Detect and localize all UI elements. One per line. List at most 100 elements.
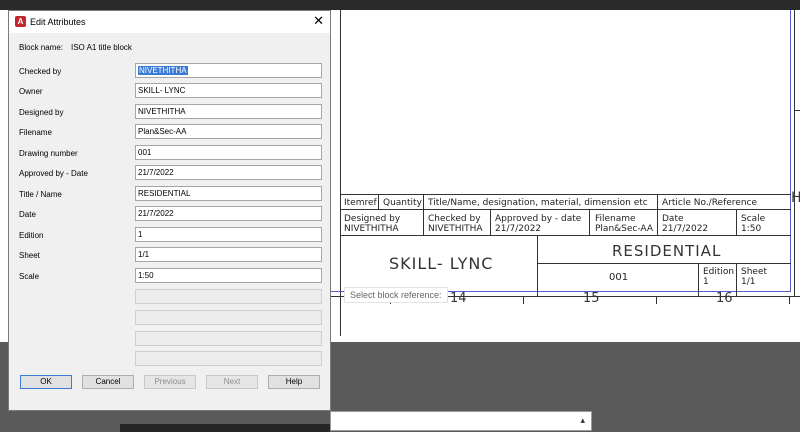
status-strip (120, 424, 330, 432)
attribute-row: Edition 1 (9, 227, 330, 243)
attribute-label: Approved by - Date (19, 169, 88, 178)
tb-line (657, 194, 658, 236)
tb-title: RESIDENTIAL (612, 242, 722, 260)
edition-field[interactable]: 1 (135, 227, 322, 242)
tb-line (378, 194, 379, 209)
date-field[interactable]: 21/7/2022 (135, 206, 322, 221)
title-name-field[interactable]: RESIDENTIAL (135, 186, 322, 201)
attribute-label: Scale (19, 272, 40, 281)
block-name-label: Block name: (19, 43, 64, 52)
attribute-label: Drawing number (19, 149, 78, 158)
frame-line (790, 10, 791, 291)
ruler-15: 15 (583, 291, 600, 306)
next-button[interactable]: Next (206, 375, 258, 389)
tb-sheet-label: Sheet (741, 267, 768, 277)
tb-approved-label: Approved by - date (495, 214, 582, 224)
attribute-row (9, 351, 330, 367)
dialog-title: Edit Attributes (30, 17, 86, 27)
ruler-14: 14 (450, 291, 467, 306)
edge-letter: H (791, 190, 800, 206)
attribute-label: Designed by (19, 108, 64, 117)
attribute-row (9, 331, 330, 347)
attribute-row (9, 310, 330, 326)
attribute-row: Scale 1:50 (9, 268, 330, 284)
checked-by-field[interactable]: NIVETHITHA (135, 63, 322, 78)
close-icon[interactable]: ✕ (313, 14, 324, 28)
help-button[interactable]: Help (268, 375, 320, 389)
tb-drawing-number: 001 (609, 272, 629, 283)
scale-field[interactable]: 1:50 (135, 268, 322, 283)
tb-line (736, 263, 737, 296)
tb-checked: NIVETHITHA (428, 224, 483, 234)
attribute-label: Owner (19, 87, 43, 96)
empty-attribute-field (135, 310, 322, 325)
tb-line (736, 209, 737, 236)
tb-filename: Plan&Sec-AA (595, 224, 653, 234)
tb-line (537, 235, 538, 296)
tb-filename-label: Filename (595, 214, 636, 224)
attribute-row: Owner SKILL- LYNC (9, 83, 330, 99)
tb-line (537, 263, 791, 264)
owner-field[interactable]: SKILL- LYNC (135, 83, 322, 98)
top-toolbar (0, 0, 800, 10)
drawing-number-field[interactable]: 001 (135, 145, 322, 160)
tb-line (490, 209, 491, 236)
attribute-row: Designed by NIVETHITHA (9, 104, 330, 120)
attribute-row: Sheet 1/1 (9, 247, 330, 263)
frame-line (794, 10, 795, 296)
tb-quantity: Quantity (383, 198, 422, 208)
frame-line (340, 10, 341, 336)
sheet-field[interactable]: 1/1 (135, 247, 322, 262)
empty-attribute-field (135, 331, 322, 346)
select-block-prompt: Select block reference: (344, 287, 448, 303)
autocad-icon: A (15, 16, 26, 27)
tb-line (340, 235, 791, 236)
attribute-row: Approved by - Date 21/7/2022 (9, 165, 330, 181)
ruler-tick (656, 296, 657, 304)
block-name-value: ISO A1 title block (71, 43, 132, 52)
tb-date-label: Date (662, 214, 684, 224)
tb-scale: 1:50 (741, 224, 762, 234)
attribute-row: Filename Plan&Sec-AA (9, 124, 330, 140)
ruler-16: 16 (716, 291, 733, 306)
attribute-label: Checked by (19, 67, 62, 76)
chevron-up-icon[interactable]: ▴ (580, 415, 585, 426)
attribute-label: Edition (19, 231, 44, 240)
previous-button[interactable]: Previous (144, 375, 196, 389)
ruler-tick (523, 296, 524, 304)
attribute-label: Date (19, 210, 36, 219)
tb-line (698, 263, 699, 296)
tb-designed-label: Designed by (344, 214, 401, 224)
approved-by-date-field[interactable]: 21/7/2022 (135, 165, 322, 180)
tb-edition-label: Edition (703, 267, 735, 277)
cancel-button[interactable]: Cancel (82, 375, 134, 389)
tb-owner: SKILL- LYNC (389, 254, 494, 273)
tb-line (340, 194, 791, 195)
attribute-row: Title / Name RESIDENTIAL (9, 186, 330, 202)
command-line[interactable]: ▴ (330, 411, 592, 431)
filename-field[interactable]: Plan&Sec-AA (135, 124, 322, 139)
tb-checked-label: Checked by (428, 214, 481, 224)
tb-title-desc: Title/Name, designation, material, dimen… (428, 198, 648, 208)
tb-article: Article No./Reference (662, 198, 758, 208)
attribute-label: Sheet (19, 251, 40, 260)
ok-button[interactable]: OK (20, 375, 72, 389)
tb-approved: 21/7/2022 (495, 224, 542, 234)
frame-tick (794, 110, 800, 111)
attribute-label: Filename (19, 128, 52, 137)
tb-line (589, 209, 590, 236)
designed-by-field[interactable]: NIVETHITHA (135, 104, 322, 119)
edit-attributes-dialog: A Edit Attributes ✕ Block name: ISO A1 t… (8, 10, 331, 411)
tb-edition: 1 (703, 277, 709, 287)
attribute-value: NIVETHITHA (138, 66, 188, 75)
tb-designed: NIVETHITHA (344, 224, 399, 234)
tb-itemref: Itemref (344, 198, 377, 208)
tb-date: 21/7/2022 (662, 224, 709, 234)
attribute-row: Checked by NIVETHITHA (9, 63, 330, 79)
ruler-tick (789, 296, 790, 304)
attribute-label: Title / Name (19, 190, 62, 199)
attribute-row: Drawing number 001 (9, 145, 330, 161)
tb-line (340, 209, 791, 210)
empty-attribute-field (135, 289, 322, 304)
tb-sheet: 1/1 (741, 277, 756, 287)
